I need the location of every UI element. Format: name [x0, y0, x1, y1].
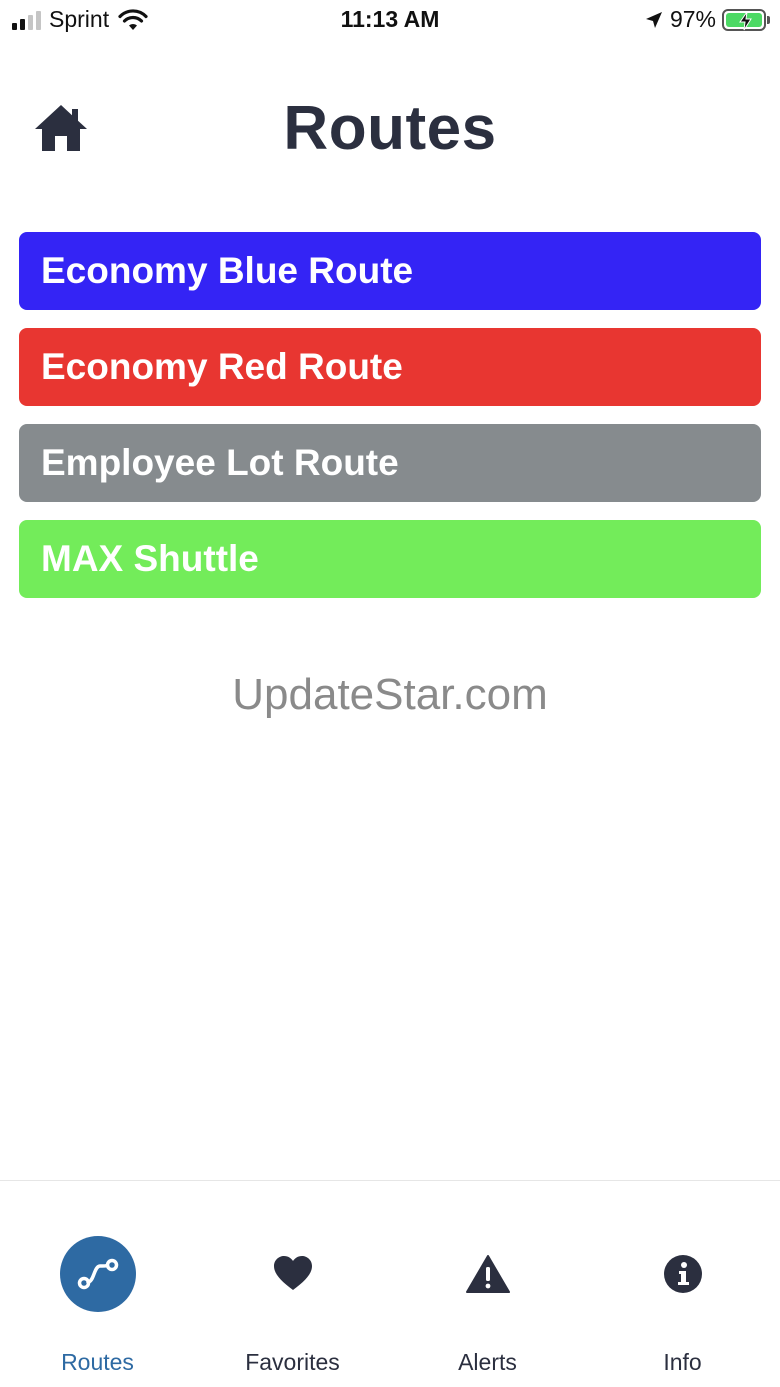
route-max-shuttle[interactable]: MAX Shuttle [19, 520, 761, 598]
status-right: 97% [644, 6, 770, 33]
battery-percent: 97% [669, 6, 716, 32]
watermark: UpdateStar.com [232, 670, 548, 719]
tab-label-info: Info [663, 1349, 702, 1375]
routes-list: Economy Blue Route Economy Red Route Emp… [19, 232, 761, 616]
page-title: Routes [283, 94, 497, 163]
location-arrow-icon [645, 11, 662, 28]
tab-label-alerts: Alerts [458, 1349, 517, 1375]
heart-icon [255, 1236, 331, 1312]
tab-label-routes: Routes [61, 1349, 134, 1375]
route-economy-blue[interactable]: Economy Blue Route [19, 232, 761, 310]
tab-favorites[interactable]: Favorites [195, 1181, 390, 1387]
battery-tip [767, 15, 770, 24]
tab-bar: Routes Favorites Alerts Info [0, 1180, 780, 1387]
header: Routes [0, 85, 780, 175]
tab-alerts[interactable]: Alerts [390, 1181, 585, 1387]
route-employee-lot[interactable]: Employee Lot Route [19, 424, 761, 502]
tab-info[interactable]: Info [585, 1181, 780, 1387]
info-icon [645, 1236, 721, 1312]
status-bar: Sprint 11:13 AM 97% [0, 0, 780, 40]
route-icon [59, 1236, 136, 1312]
battery-charging-icon [722, 8, 766, 31]
tab-label-favorites: Favorites [245, 1349, 340, 1375]
warning-icon [450, 1236, 526, 1312]
route-economy-red[interactable]: Economy Red Route [19, 328, 761, 406]
tab-routes[interactable]: Routes [0, 1181, 195, 1387]
